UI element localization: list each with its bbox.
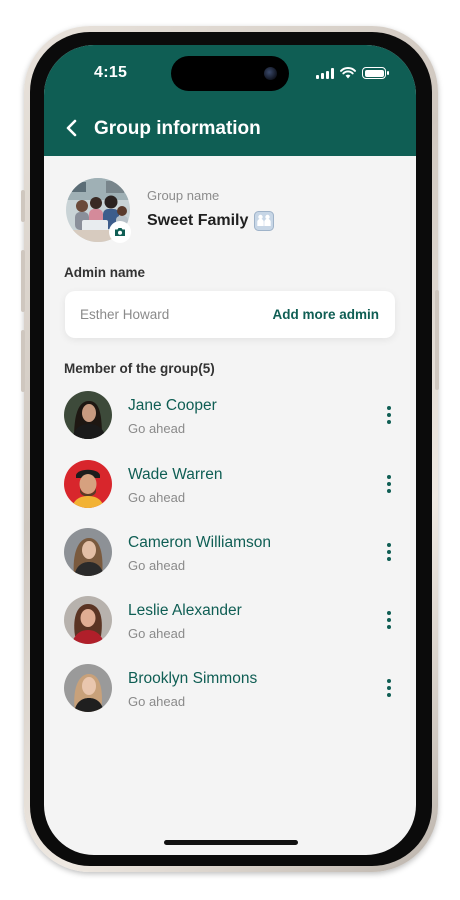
- avatar: [64, 528, 112, 576]
- members-section-label: Member of the group(5): [64, 361, 215, 376]
- more-vertical-icon[interactable]: [384, 610, 394, 630]
- member-name: Cameron Williamson: [128, 534, 271, 551]
- member-name: Brooklyn Simmons: [128, 670, 258, 687]
- member-item[interactable]: Jane Cooper Go ahead: [64, 391, 394, 441]
- member-status: Go ahead: [128, 490, 186, 505]
- app-header: 4:15 Group information: [44, 45, 416, 156]
- member-item[interactable]: Cameron Williamson Go ahead: [64, 528, 394, 578]
- signal-icon: [316, 67, 334, 79]
- member-status: Go ahead: [128, 421, 186, 436]
- admin-section-label: Admin name: [64, 265, 146, 280]
- group-name-row: Sweet Family: [147, 211, 275, 231]
- group-name-label: Group name: [147, 188, 220, 203]
- add-more-admin-link[interactable]: Add more admin: [272, 307, 379, 322]
- avatar: [64, 664, 112, 712]
- front-camera: [264, 67, 277, 80]
- family-emoji-icon: [254, 211, 275, 231]
- member-name: Jane Cooper: [128, 397, 217, 414]
- more-vertical-icon[interactable]: [384, 474, 394, 494]
- member-status: Go ahead: [128, 558, 186, 573]
- member-item[interactable]: Leslie Alexander Go ahead: [64, 596, 394, 646]
- change-photo-button[interactable]: [109, 221, 131, 243]
- member-name: Wade Warren: [128, 466, 223, 483]
- side-button: [21, 190, 25, 222]
- battery-icon: [362, 67, 389, 79]
- avatar: [64, 391, 112, 439]
- avatar: [64, 596, 112, 644]
- more-vertical-icon[interactable]: [384, 405, 394, 425]
- more-vertical-icon[interactable]: [384, 542, 394, 562]
- avatar: [64, 460, 112, 508]
- member-status: Go ahead: [128, 626, 186, 641]
- wifi-icon: [340, 67, 356, 79]
- back-arrow-icon[interactable]: [64, 118, 80, 138]
- member-item[interactable]: Wade Warren Go ahead: [64, 460, 394, 510]
- side-button: [435, 290, 439, 390]
- member-item[interactable]: Brooklyn Simmons Go ahead: [64, 664, 394, 714]
- group-name: Sweet Family: [147, 212, 249, 229]
- home-indicator[interactable]: [164, 840, 298, 845]
- status-time: 4:15: [94, 64, 128, 81]
- side-button: [21, 250, 25, 312]
- side-button: [21, 330, 25, 392]
- admin-name: Esther Howard: [80, 307, 170, 322]
- page-title: Group information: [94, 118, 261, 139]
- more-vertical-icon[interactable]: [384, 678, 394, 698]
- screen: 4:15 Group information Group name Sweet …: [44, 45, 416, 855]
- admin-card: Esther Howard Add more admin: [65, 291, 395, 338]
- member-name: Leslie Alexander: [128, 602, 242, 619]
- status-icons: [316, 67, 389, 79]
- camera-icon: [115, 228, 125, 236]
- dynamic-island: [171, 56, 289, 91]
- member-status: Go ahead: [128, 694, 186, 709]
